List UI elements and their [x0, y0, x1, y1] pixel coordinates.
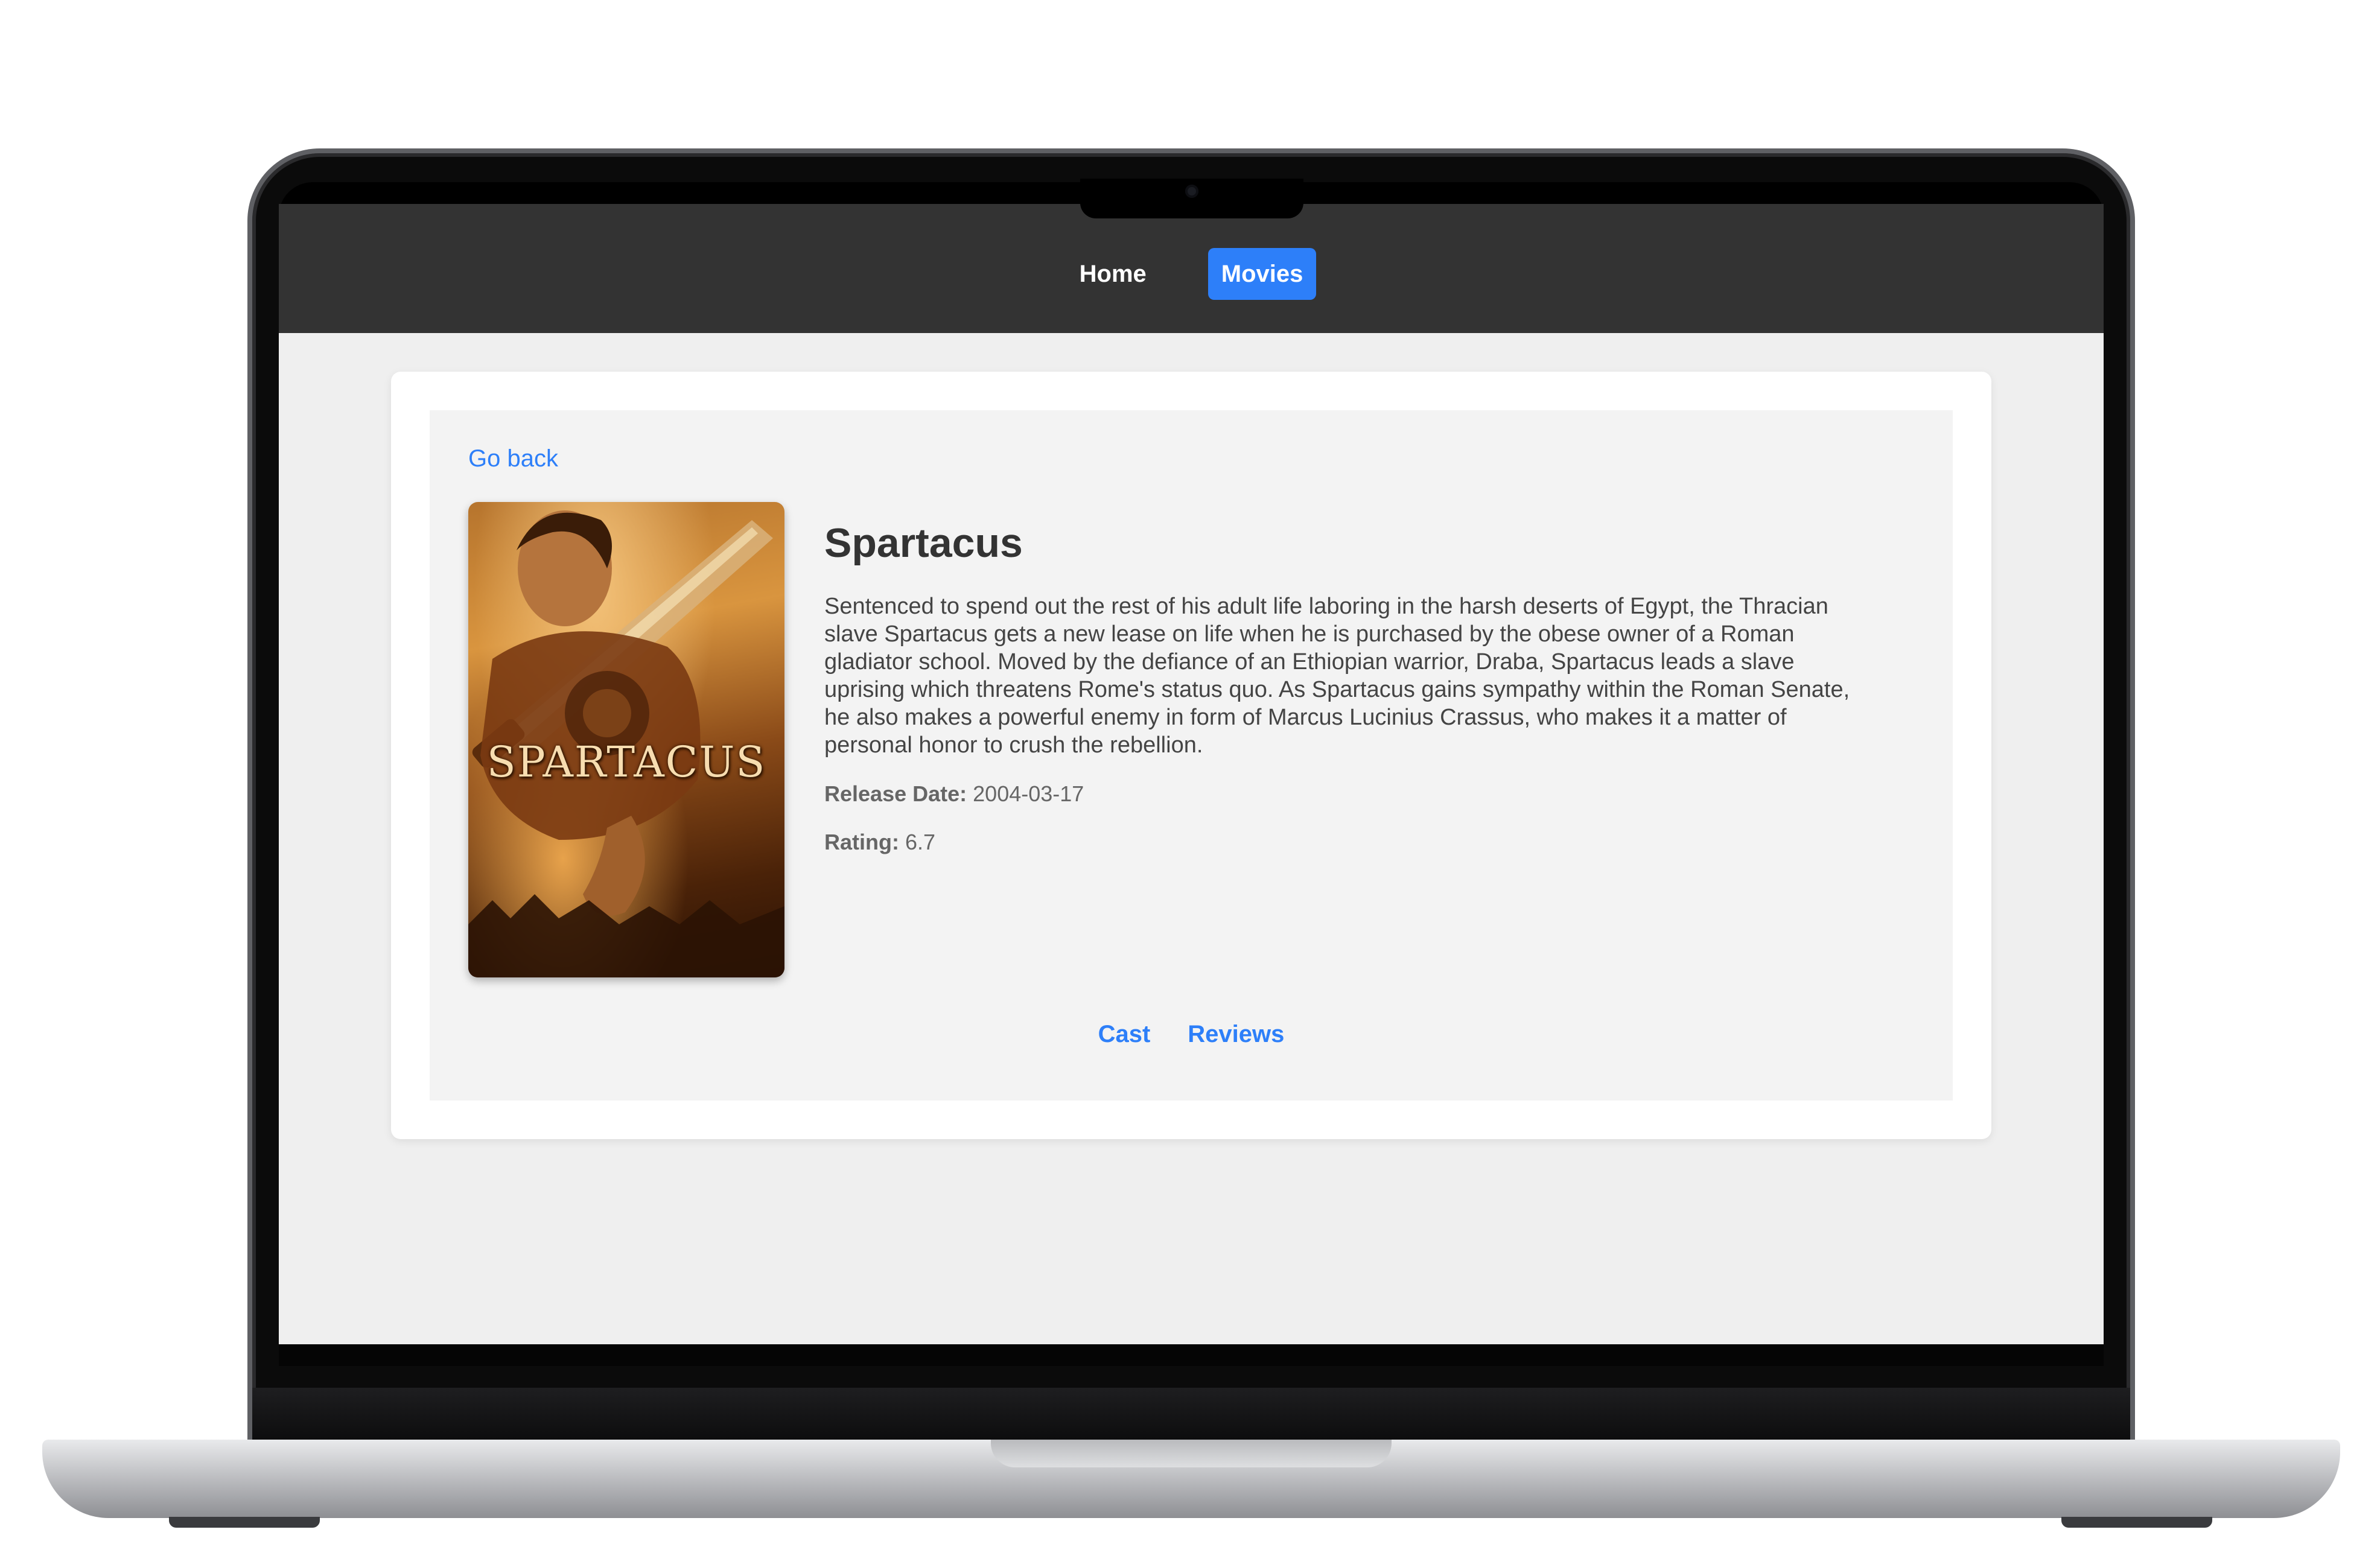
- laptop-foot-right: [2061, 1517, 2212, 1528]
- rating-label: Rating:: [824, 830, 899, 854]
- movie-app: Home Movies Go back SPARTACUS Spartacus …: [279, 204, 2104, 1344]
- rating-row: Rating: 6.7: [824, 829, 1850, 856]
- movie-overview: Sentenced to spend out the rest of his a…: [824, 594, 1850, 758]
- screen-bottom-bezel: [279, 1344, 2104, 1366]
- nav-home-link[interactable]: Home: [1066, 248, 1160, 300]
- rating-value: 6.7: [905, 830, 936, 854]
- cast-link[interactable]: Cast: [1098, 1021, 1151, 1048]
- go-back-link[interactable]: Go back: [468, 445, 558, 472]
- movie-info: Spartacus Sentenced to spend out the res…: [824, 519, 1850, 877]
- movie-card: Go back SPARTACUS Spartacus Sentenced to…: [391, 372, 1991, 1139]
- poster-title-text: SPARTACUS: [486, 737, 766, 787]
- laptop-foot-left: [169, 1517, 320, 1528]
- movie-details-panel: Go back SPARTACUS Spartacus Sentenced to…: [430, 410, 1953, 1101]
- laptop-hinge: [252, 1388, 2130, 1442]
- camera-icon: [1185, 185, 1198, 198]
- release-date-value: 2004-03-17: [973, 781, 1084, 806]
- nav-movies-link[interactable]: Movies: [1208, 248, 1317, 300]
- top-navbar: Home Movies: [279, 204, 2104, 333]
- release-date-row: Release Date: 2004-03-17: [824, 781, 1850, 807]
- details-subnav: Cast Reviews: [430, 1021, 1953, 1048]
- movie-title: Spartacus: [824, 520, 1023, 566]
- trackpad-notch: [991, 1440, 1392, 1467]
- movie-poster: SPARTACUS: [468, 502, 784, 977]
- laptop-mockup: Home Movies Go back SPARTACUS Spartacus …: [0, 0, 2380, 1547]
- release-date-label: Release Date:: [824, 781, 967, 806]
- reviews-link[interactable]: Reviews: [1188, 1021, 1284, 1048]
